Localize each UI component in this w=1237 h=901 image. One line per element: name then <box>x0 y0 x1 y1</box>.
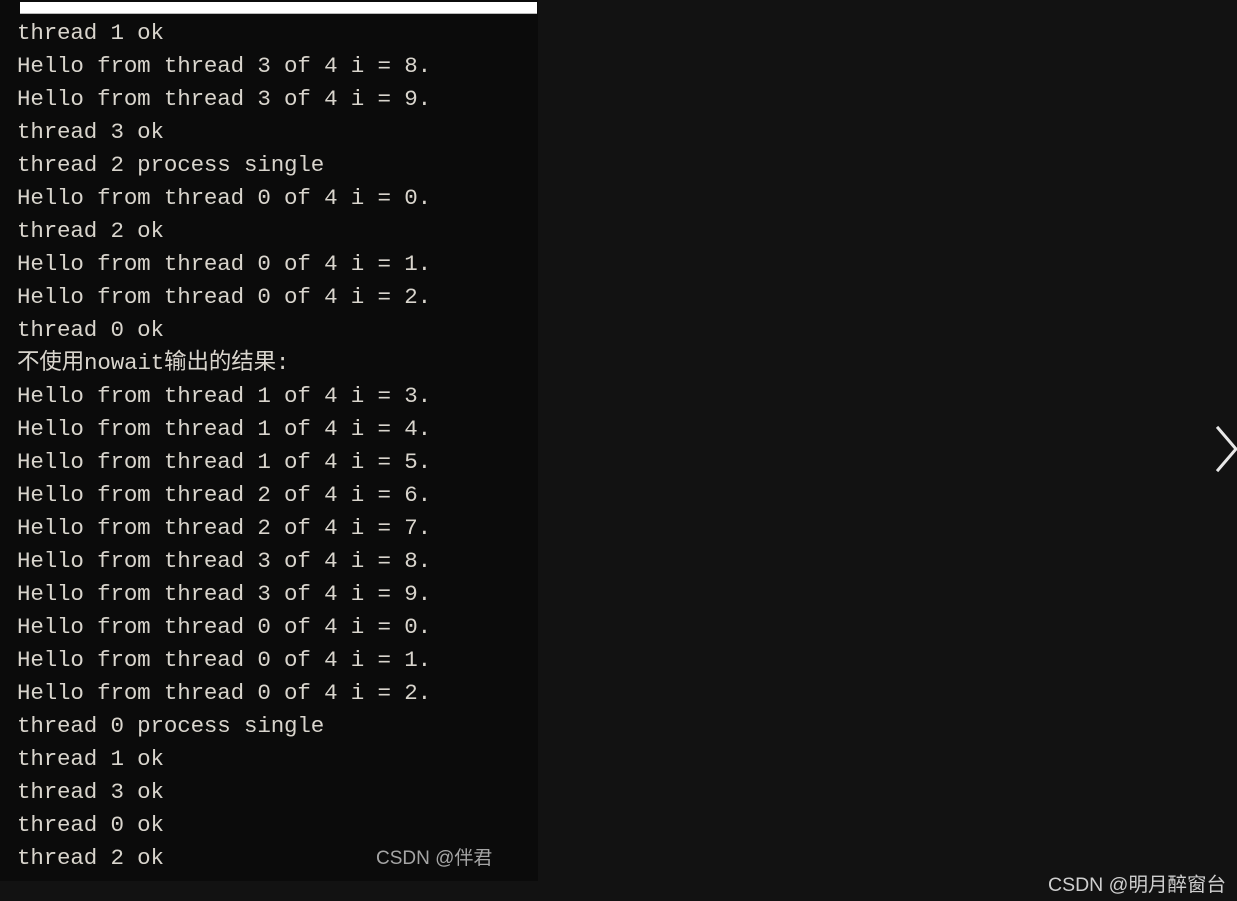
console-line: Hello from thread 3 of 4 i = 8. <box>17 53 431 79</box>
console-line: thread 0 ok <box>17 812 164 838</box>
console-line: Hello from thread 0 of 4 i = 0. <box>17 614 431 640</box>
program-output-console[interactable]: thread 1 ok Hello from thread 3 of 4 i = … <box>0 0 538 881</box>
console-line: Hello from thread 0 of 4 i = 1. <box>17 251 431 277</box>
console-line: Hello from thread 1 of 4 i = 3. <box>17 383 431 409</box>
console-line: Hello from thread 2 of 4 i = 7. <box>17 515 431 541</box>
console-line: Hello from thread 0 of 4 i = 2. <box>17 284 431 310</box>
console-line: thread 0 ok <box>17 317 164 343</box>
console-line: Hello from thread 3 of 4 i = 9. <box>17 581 431 607</box>
console-line: 不使用nowait输出的结果: <box>17 350 290 376</box>
console-output-lines: thread 1 ok Hello from thread 3 of 4 i = … <box>17 17 538 875</box>
console-line: thread 3 ok <box>17 119 164 145</box>
console-line: thread 1 ok <box>17 746 164 772</box>
console-line: Hello from thread 0 of 4 i = 2. <box>17 680 431 706</box>
chevron-right-icon[interactable] <box>1216 424 1237 474</box>
csdn-watermark-outer: CSDN @明月醉窗台 <box>1048 874 1226 896</box>
console-line: thread 2 ok <box>17 845 164 871</box>
console-line: thread 0 process single <box>17 713 325 739</box>
console-line: thread 2 ok <box>17 218 164 244</box>
console-line: Hello from thread 3 of 4 i = 8. <box>17 548 431 574</box>
console-line: Hello from thread 0 of 4 i = 1. <box>17 647 431 673</box>
console-line: thread 3 ok <box>17 779 164 805</box>
console-line: Hello from thread 0 of 4 i = 0. <box>17 185 431 211</box>
console-top-strip <box>20 2 537 14</box>
console-line: thread 2 process single <box>17 152 325 178</box>
console-line: Hello from thread 3 of 4 i = 9. <box>17 86 431 112</box>
console-line: Hello from thread 1 of 4 i = 4. <box>17 416 431 442</box>
console-line: Hello from thread 2 of 4 i = 6. <box>17 482 431 508</box>
console-line: Hello from thread 1 of 4 i = 5. <box>17 449 431 475</box>
console-line: thread 1 ok <box>17 20 164 46</box>
